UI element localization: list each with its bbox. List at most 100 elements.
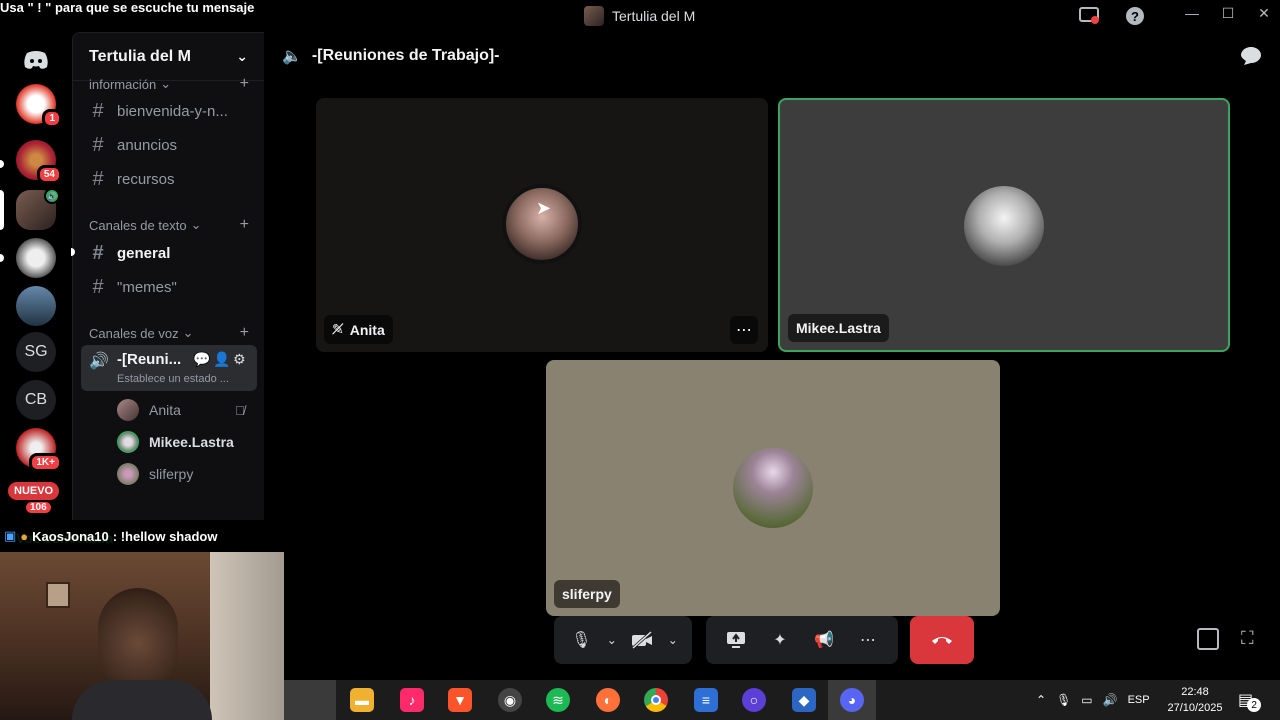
audio-video-controls: 🎙 ⌄ ⌄ [554,616,692,664]
channel-recursos[interactable]: # recursos [89,163,257,195]
add-channel-icon[interactable]: + [240,216,249,234]
popout-icon[interactable] [1197,628,1219,650]
help-icon[interactable]: ? [1124,6,1146,26]
server-8[interactable]: 1K+ [16,428,62,472]
server-sg[interactable]: SG [16,332,56,372]
voice-channel-title: -[Reuniones de Trabajo]- [311,47,500,64]
volume-icon[interactable]: 🔊 [1103,693,1118,707]
title-bar: Usa " ! " para que se escuche tu mensaje… [0,0,1280,32]
avatar [733,448,813,528]
app-icon-blue[interactable]: ≡ [694,688,718,712]
soundboard-icon[interactable]: 📢 [809,625,839,655]
chevron-up-icon[interactable]: ⌃ [1036,693,1046,707]
microphone-icon[interactable]: 🎙 [1056,693,1071,707]
microphone-icon[interactable]: 🎙 [566,625,596,655]
gear-icon[interactable]: ⚙ [233,351,246,368]
voice-member-mikee[interactable]: Mikee.Lastra [117,431,234,453]
obs-icon[interactable]: ◉ [498,688,522,712]
participant-tile-anita[interactable]: ➤ ✎̸ Anita ⋯ [316,98,768,352]
more-options-icon[interactable]: ⋯ [730,316,758,344]
chat-bubble-icon[interactable]: 💬 [193,351,210,368]
stream-chat-overlay: ▣ ● KaosJona10 : !hellow shadow [0,520,284,552]
close-button[interactable]: ✕ [1254,5,1274,22]
new-badge[interactable]: NUEVO [8,482,60,500]
channel-memes[interactable]: # "memes" [89,271,257,303]
guild-header[interactable]: Tertulia del M ⌄ [73,33,264,81]
spotify-icon[interactable]: ≋ [546,688,570,712]
category-voice[interactable]: Canales de voz ⌄ + [89,324,249,342]
webcam-person [98,588,178,688]
server-cb[interactable]: CB [16,380,56,420]
server-icon [584,6,604,26]
unread-pill [0,254,4,262]
activities-icon[interactable]: ✦ [765,625,795,655]
tiktok-icon[interactable]: ♪ [400,688,424,712]
clock[interactable]: 22:48 27/10/2025 [1164,680,1226,720]
inbox-icon[interactable] [1078,6,1100,26]
firefox-icon[interactable]: ◐ [596,688,620,712]
chevron-down-icon[interactable]: ⌄ [605,625,619,655]
participant-tile-sliferpy[interactable]: sliferpy [546,360,1000,616]
server-1[interactable]: 1 [16,84,62,128]
file-explorer-icon[interactable]: ▬ [350,688,374,712]
avatar [117,399,139,421]
app-icon-diamond[interactable]: ◆ [792,688,816,712]
channel-general[interactable]: # general [89,237,257,269]
camera-off-icon[interactable] [627,625,657,655]
server-5[interactable] [16,286,56,326]
participant-name: Mikee.Lastra [788,314,889,342]
discord-icon[interactable]: ◕ [840,688,864,712]
mention-badge: 54 [36,165,62,184]
avatar [117,431,139,453]
more-options-icon[interactable]: ⋯ [853,625,883,655]
windows-taskbar: ▬ ♪ ▼ ◉ ≋ ◐ ≡ ○ ◆ ◕ ⌃ 🎙 ▭ 🔊 ESP 22:48 27… [284,680,1280,720]
speaker-icon: 🔊 [89,353,109,370]
add-channel-icon[interactable]: + [240,75,249,93]
speaker-icon: 🔈 [282,48,302,65]
voice-channel-active[interactable]: 🔊 -[Reuni... 💬 👤 ⚙ Establece un estado .… [81,345,257,391]
disconnect-button[interactable] [910,616,974,664]
guild-name: Tertulia del M [89,47,191,65]
brave-icon[interactable]: ▼ [448,688,472,712]
channel-anuncios[interactable]: # anuncios [89,129,257,161]
chevron-down-icon[interactable]: ⌄ [666,625,680,655]
server-4[interactable] [16,238,56,278]
mention-badge: 1K+ [29,453,62,472]
home-button[interactable] [16,40,56,80]
taskbar-thumbnail[interactable] [284,680,336,720]
network-icon[interactable]: ▭ [1081,693,1092,707]
participant-name: ✎̸ Anita [324,315,393,344]
voice-member-sliferpy[interactable]: sliferpy [117,463,193,485]
chrome-icon[interactable] [644,688,668,712]
channel-bienvenida[interactable]: # bienvenida-y-n... [89,95,257,127]
voice-channel-status[interactable]: Establece un estado ... [117,373,229,385]
category-info[interactable]: información ⌄ + [89,75,249,93]
minimize-button[interactable]: — [1182,5,1202,21]
server-current[interactable]: 🔊 [16,188,60,230]
discord-icon [24,51,48,69]
add-channel-icon[interactable]: + [240,324,249,342]
participant-tile-mikee[interactable]: Mikee.Lastra [778,98,1230,352]
screen-share-icon[interactable] [721,625,751,655]
mic-muted-icon: ✎̸ [332,321,344,337]
notifications-icon[interactable]: ▤ 2 [1238,680,1262,720]
app-icon-purple[interactable]: ○ [742,688,766,712]
invite-icon[interactable]: 👤 [213,351,230,368]
cursor-icon: ➤ [536,198,552,218]
chat-bubble-icon[interactable] [1240,46,1262,66]
avatar [117,463,139,485]
fullscreen-icon[interactable]: ⛶ [1241,628,1263,650]
category-text[interactable]: Canales de texto ⌄ + [89,216,249,234]
chevron-down-icon: ⌄ [236,48,248,64]
window-title-text: Tertulia del M [612,8,696,24]
stream-overlay-hint: Usa " ! " para que se escuche tu mensaje [0,0,255,15]
hash-icon: # [92,241,104,264]
maximize-button[interactable]: ☐ [1218,5,1238,22]
server-2[interactable]: 54 [16,140,62,184]
voice-channel-header: 🔈 -[Reuniones de Trabajo]- [264,32,1280,80]
voice-member-anita[interactable]: Anita 🎙̸ [117,399,245,421]
unread-indicator [71,248,75,256]
voice-channel-name: -[Reuni... [117,351,182,368]
language-indicator[interactable]: ESP [1128,694,1150,706]
webcam-overlay [0,552,284,720]
